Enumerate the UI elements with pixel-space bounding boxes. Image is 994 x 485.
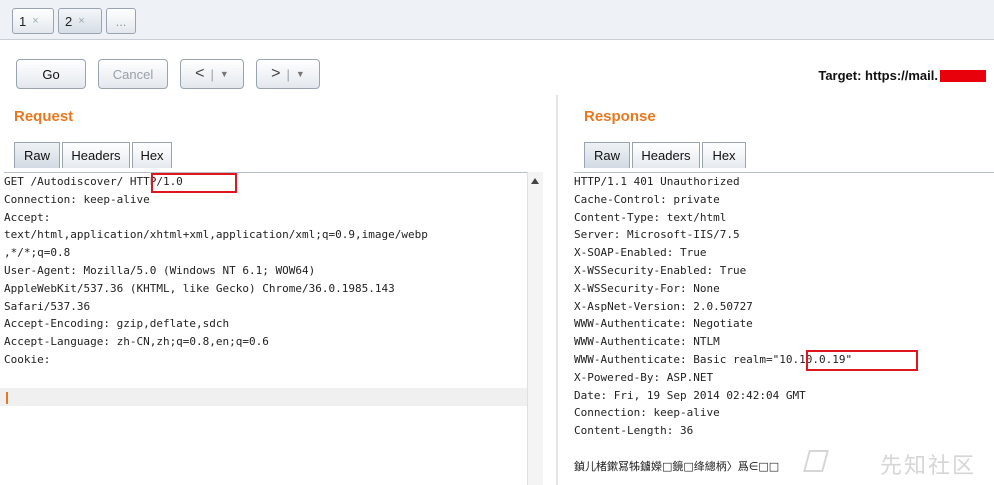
tab-2[interactable]: 2 × bbox=[58, 8, 102, 34]
response-line: X-SOAP-Enabled: True bbox=[574, 246, 707, 260]
request-line: Safari/537.36 bbox=[4, 299, 91, 313]
request-line: AppleWebKit/537.36 (KHTML, like Gecko) C… bbox=[4, 281, 395, 295]
go-button[interactable]: Go bbox=[16, 59, 86, 89]
highlight-box bbox=[151, 173, 237, 193]
request-line: ,*/*;q=0.8 bbox=[4, 246, 71, 260]
target-text: Target: https://mail. bbox=[818, 68, 938, 83]
response-line: X-Powered-By: ASP.NET bbox=[574, 370, 714, 384]
response-line: Date: Fri, 19 Sep 2014 02:42:04 GMT bbox=[574, 388, 806, 402]
request-tab-hex[interactable]: Hex bbox=[132, 142, 172, 168]
redaction-mark bbox=[940, 69, 986, 82]
request-line: GET /Autodiscover/ HTTP/1.0 bbox=[4, 175, 183, 188]
chevron-down-icon: ▼ bbox=[295, 69, 305, 79]
response-line: Connection: keep-alive bbox=[574, 406, 720, 420]
response-line: WWW-Authenticate: Negotiate bbox=[574, 317, 753, 331]
tab-1-label: 1 bbox=[19, 13, 27, 29]
response-line: X-WSSecurity-Enabled: True bbox=[574, 263, 747, 277]
response-line: Cache-Control: private bbox=[574, 192, 720, 206]
back-button[interactable]: < | ▼ bbox=[180, 59, 244, 89]
target-label: Target: https://mail. bbox=[818, 68, 986, 83]
close-icon[interactable]: × bbox=[32, 15, 38, 27]
tab-more-label: ... bbox=[115, 13, 127, 29]
response-title: Response bbox=[584, 108, 656, 125]
tab-2-label: 2 bbox=[65, 13, 73, 29]
request-title: Request bbox=[14, 108, 74, 125]
cancel-button[interactable]: Cancel bbox=[98, 59, 168, 89]
request-line: Accept-Language: zh-CN,zh;q=0.8,en;q=0.6 bbox=[4, 335, 269, 349]
response-editor[interactable]: HTTP/1.1 401 Unauthorized Cache-Control:… bbox=[574, 172, 994, 485]
request-line: Accept: bbox=[4, 210, 51, 224]
request-line: User-Agent: Mozilla/5.0 (Windows NT 6.1;… bbox=[4, 263, 316, 277]
response-line: WWW-Authenticate: NTLM bbox=[574, 335, 720, 349]
forward-button[interactable]: > | ▼ bbox=[256, 59, 320, 89]
response-line: HTTP/1.1 401 Unauthorized bbox=[574, 175, 740, 188]
request-editor[interactable]: GET /Autodiscover/ HTTP/1.0 Connection: … bbox=[4, 172, 527, 485]
scroll-up-icon[interactable] bbox=[531, 178, 539, 184]
chevron-down-icon: ▼ bbox=[219, 69, 229, 79]
response-line: Server: Microsoft-IIS/7.5 bbox=[574, 228, 740, 242]
request-tab-headers[interactable]: Headers bbox=[62, 142, 130, 168]
response-tab-raw[interactable]: Raw bbox=[584, 142, 630, 168]
response-tab-headers[interactable]: Headers bbox=[632, 142, 700, 168]
tab-more[interactable]: ... bbox=[106, 8, 136, 34]
response-line: Content-Type: text/html bbox=[574, 210, 727, 224]
request-line: Accept-Encoding: gzip,deflate,sdch bbox=[4, 317, 230, 331]
response-tab-hex[interactable]: Hex bbox=[702, 142, 746, 168]
response-line: Content-Length: 36 bbox=[574, 424, 694, 438]
response-line: WWW-Authenticate: Basic realm="10.10.0.1… bbox=[574, 352, 853, 366]
request-tab-raw[interactable]: Raw bbox=[14, 142, 60, 168]
chevron-left-icon: < bbox=[195, 65, 205, 82]
chevron-right-icon: > bbox=[271, 65, 281, 82]
watermark: 先知社区 bbox=[879, 454, 976, 479]
tab-1[interactable]: 1 × bbox=[12, 8, 54, 34]
toolbar: Go Cancel < | ▼ > | ▼ Target: https://ma… bbox=[0, 41, 994, 91]
request-line: Cookie: bbox=[4, 352, 51, 366]
request-line: Connection: keep-alive bbox=[4, 192, 150, 206]
text-caret bbox=[6, 392, 8, 404]
response-line: X-AspNet-Version: 2.0.50727 bbox=[574, 299, 753, 313]
panel-divider[interactable] bbox=[556, 95, 558, 485]
close-icon[interactable]: × bbox=[78, 15, 84, 27]
tab-strip: 1 × 2 × ... bbox=[0, 0, 994, 40]
response-line: X-WSSecurity-For: None bbox=[574, 281, 720, 295]
request-line: text/html,application/xhtml+xml,applicat… bbox=[4, 228, 428, 242]
current-line bbox=[0, 388, 527, 406]
request-scrollbar[interactable] bbox=[527, 172, 543, 485]
highlight-box bbox=[806, 350, 918, 371]
